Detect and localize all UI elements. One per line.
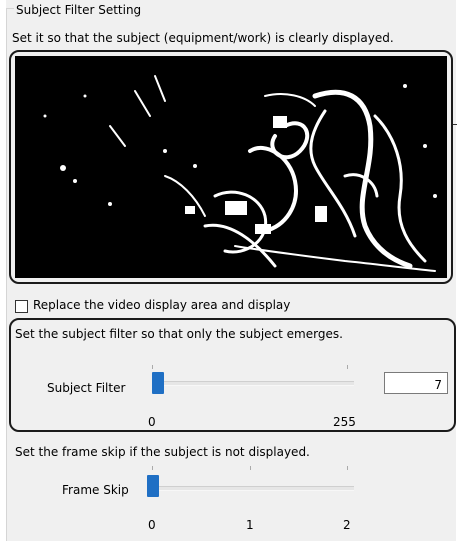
slider-track[interactable] — [152, 381, 354, 386]
edge-marker — [453, 124, 457, 125]
replace-display-label[interactable]: Replace the video display area and displ… — [33, 298, 290, 312]
filtered-image — [15, 56, 447, 278]
slider-tick — [347, 466, 348, 470]
slider-max-label: 255 — [333, 415, 356, 429]
replace-display-checkbox[interactable] — [15, 300, 28, 313]
video-preview — [15, 56, 447, 278]
slider-thumb[interactable] — [152, 372, 165, 394]
preview-instruction: Set it so that the subject (equipment/wo… — [12, 31, 394, 45]
frame-skip-tick-label: 0 — [148, 518, 156, 532]
slider-min-label: 0 — [148, 415, 156, 429]
slider-track[interactable] — [152, 486, 354, 491]
frame-skip-tick-label: 1 — [246, 518, 254, 532]
subject-filter-value-input[interactable] — [384, 372, 448, 394]
slider-tick — [152, 466, 153, 470]
subject-filter-label: Subject Filter — [47, 381, 126, 395]
frame-skip-instruction: Set the frame skip if the subject is not… — [15, 445, 310, 459]
slider-tick — [250, 466, 251, 470]
frame-skip-tick-label: 2 — [343, 518, 351, 532]
slider-thumb[interactable] — [147, 475, 159, 497]
subject-filter-instruction: Set the subject filter so that only the … — [15, 327, 343, 341]
frame-skip-label: Frame Skip — [62, 483, 129, 497]
slider-tick — [152, 365, 153, 369]
group-title: Subject Filter Setting — [16, 3, 142, 17]
slider-tick — [347, 365, 348, 369]
group-border — [6, 8, 7, 541]
group-border-top — [6, 8, 14, 9]
